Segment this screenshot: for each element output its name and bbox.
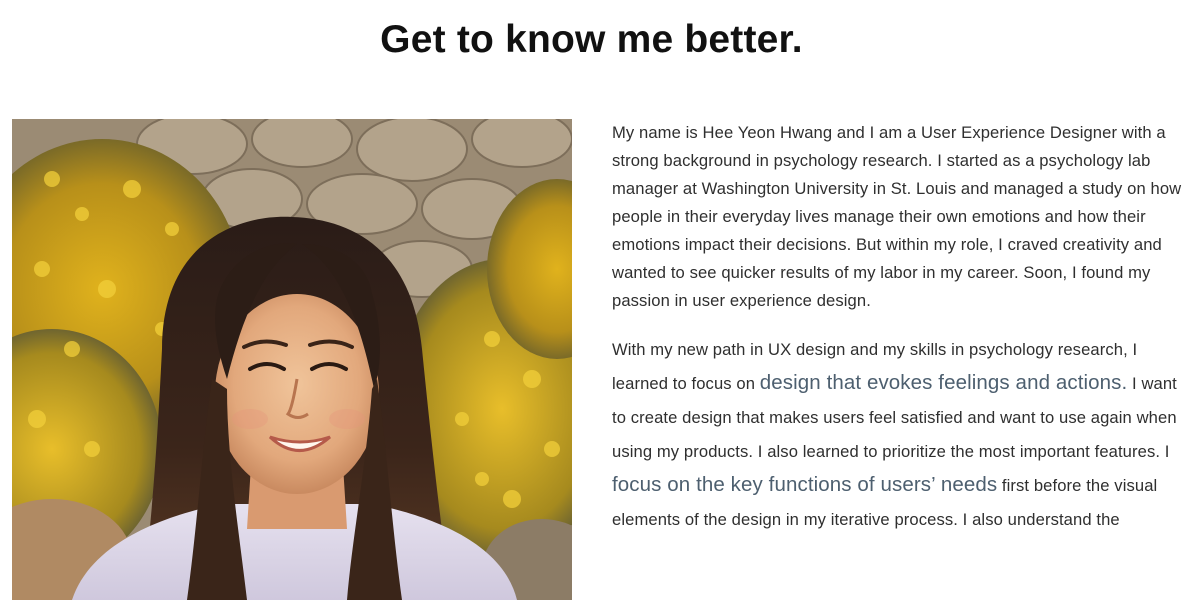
bio-paragraph-2: With my new path in UX design and my ski…: [612, 333, 1182, 537]
highlight-key-functions: focus on the key functions of users’ nee…: [612, 473, 998, 496]
highlight-design-feelings: design that evokes feelings and actions.: [759, 371, 1128, 394]
portrait-photo: [12, 119, 572, 600]
bio-paragraph-1: My name is Hee Yeon Hwang and I am a Use…: [612, 123, 1182, 310]
page-title: Get to know me better.: [380, 18, 803, 61]
bio-text: My name is Hee Yeon Hwang and I am a Use…: [612, 119, 1182, 555]
